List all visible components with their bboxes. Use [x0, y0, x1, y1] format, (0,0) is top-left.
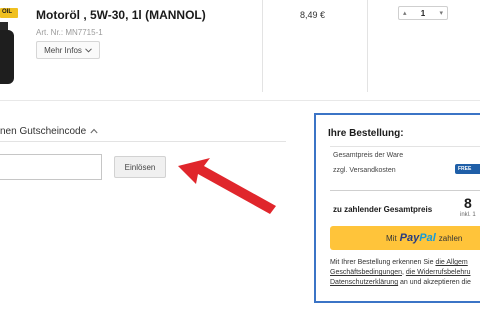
- spin-up-icon[interactable]: ▴: [403, 9, 407, 17]
- spin-down-icon[interactable]: ▾: [439, 9, 443, 17]
- paypal-suffix: zahlen: [438, 233, 463, 243]
- terms-link-continued[interactable]: Geschäftsbedingungen: [330, 269, 402, 276]
- divider: [330, 146, 480, 147]
- article-number: Art. Nr.: MN7715-1: [36, 28, 103, 37]
- quantity-value[interactable]: 1: [421, 9, 425, 18]
- brand-logo-text: OIL: [2, 9, 12, 15]
- red-arrow-annotation: [178, 158, 276, 214]
- terms-link[interactable]: die Allgem: [435, 259, 467, 266]
- redeem-button[interactable]: Einlösen: [114, 156, 166, 178]
- voucher-toggle-label: nen Gutscheincode: [0, 126, 87, 137]
- oil-bottle: [0, 30, 14, 84]
- voucher-toggle[interactable]: nen Gutscheincode: [0, 126, 98, 137]
- goods-total-label: Gesamtpreis der Ware: [333, 152, 404, 159]
- quantity-stepper[interactable]: ▴ 1 ▾: [398, 6, 448, 20]
- order-title: Ihre Bestellung:: [328, 128, 404, 139]
- paypal-logo-pal: Pal: [419, 232, 436, 244]
- product-title[interactable]: Motoröl , 5W-30, 1l (MANNOL): [36, 8, 206, 22]
- column-divider: [367, 0, 368, 92]
- withdrawal-link[interactable]: die Widerrufsbelehru: [406, 269, 471, 276]
- divider: [330, 190, 480, 191]
- more-info-label: Mehr Infos: [44, 45, 82, 55]
- legal-text: Mit Ihrer Bestellung erkennen Sie: [330, 259, 436, 266]
- shipping-label: zzgl. Versandkosten: [333, 167, 396, 174]
- paypal-logo: PayPal: [400, 232, 436, 244]
- more-info-button[interactable]: Mehr Infos: [36, 41, 100, 59]
- column-divider: [262, 0, 263, 92]
- total-value: 8: [464, 195, 472, 211]
- free-shipping-badge: FREE: [455, 164, 480, 174]
- voucher-input[interactable]: [0, 154, 102, 180]
- divider: [0, 100, 480, 101]
- brand-logo: OIL: [0, 8, 18, 18]
- unit-price: 8,49 €: [300, 10, 326, 20]
- paypal-logo-pay: Pay: [399, 232, 420, 244]
- total-label: zu zahlender Gesamtpreis: [333, 205, 433, 214]
- legal-text: an und akzeptieren die: [398, 279, 471, 286]
- legal-notice: Mit Ihrer Bestellung erkennen Sie die Al…: [330, 258, 480, 288]
- chevron-down-icon: [85, 46, 92, 55]
- paypal-button[interactable]: Mit PayPal zahlen: [330, 226, 480, 250]
- chevron-up-icon: [90, 126, 98, 137]
- paypal-prefix: Mit: [386, 233, 397, 243]
- vat-note: inkl. 1: [460, 212, 476, 218]
- privacy-link[interactable]: Datenschutzerklärung: [330, 279, 398, 286]
- product-image[interactable]: OIL: [0, 0, 22, 100]
- divider: [0, 141, 286, 142]
